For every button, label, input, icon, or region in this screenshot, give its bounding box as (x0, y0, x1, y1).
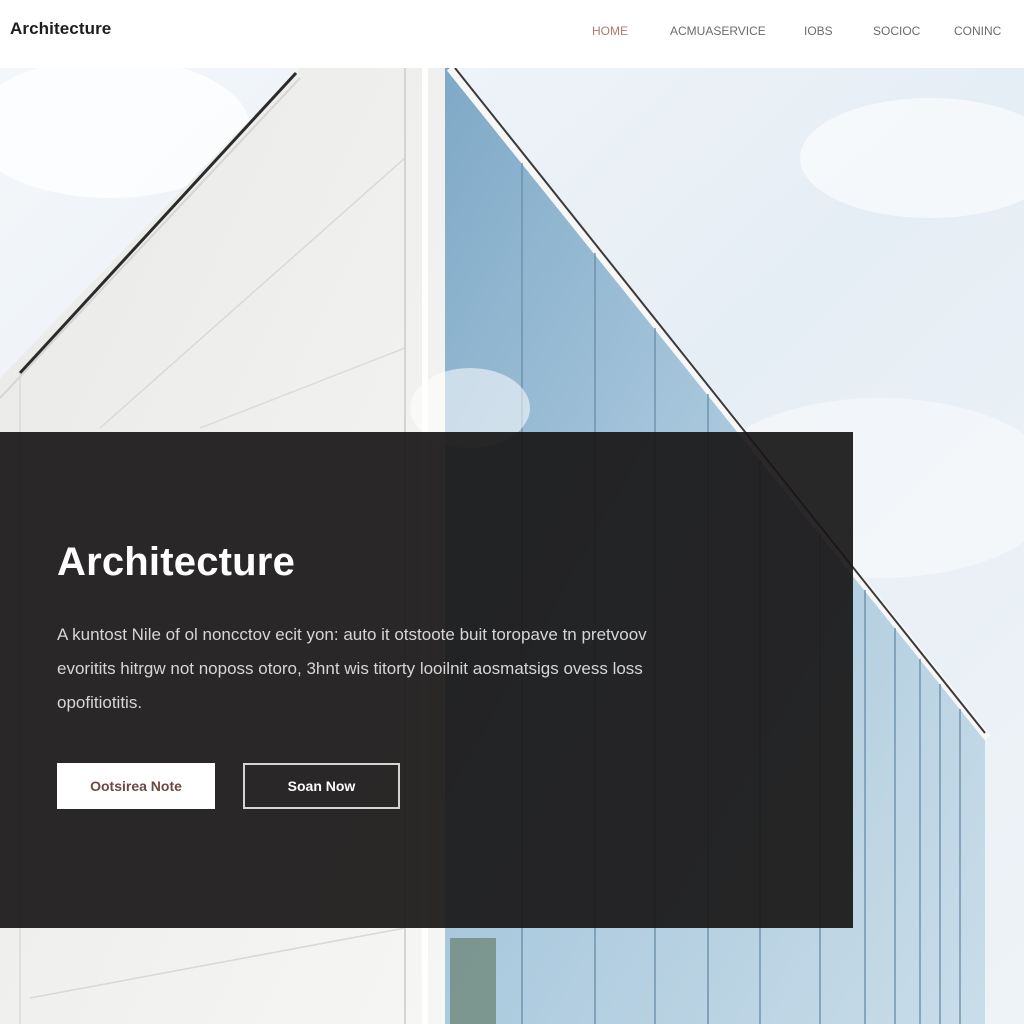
nav-contact[interactable]: CONINC (954, 24, 1001, 38)
hero-title: Architecture (57, 540, 296, 584)
site-logo[interactable]: Architecture (10, 19, 111, 39)
landing-page: Architecture HOME ACMUASERVICE IOBS SOCI… (0, 0, 1024, 1024)
hero-image: Architecture A kuntost Nile of ol noncct… (0, 68, 1024, 1024)
site-header: Architecture HOME ACMUASERVICE IOBS SOCI… (0, 0, 1024, 68)
nav-jobs[interactable]: IOBS (804, 24, 833, 38)
scan-now-button[interactable]: Soan Now (243, 763, 400, 809)
nav-social[interactable]: SOCIOC (873, 24, 920, 38)
hero-description: A kuntost Nile of ol noncctov ecit yon: … (57, 625, 647, 712)
nav-services[interactable]: ACMUASERVICE (670, 24, 766, 38)
primary-cta-button[interactable]: Ootsirea Note (57, 763, 215, 809)
nav-home[interactable]: HOME (592, 24, 628, 38)
hero-overlay-card: Architecture A kuntost Nile of ol noncct… (0, 432, 853, 928)
